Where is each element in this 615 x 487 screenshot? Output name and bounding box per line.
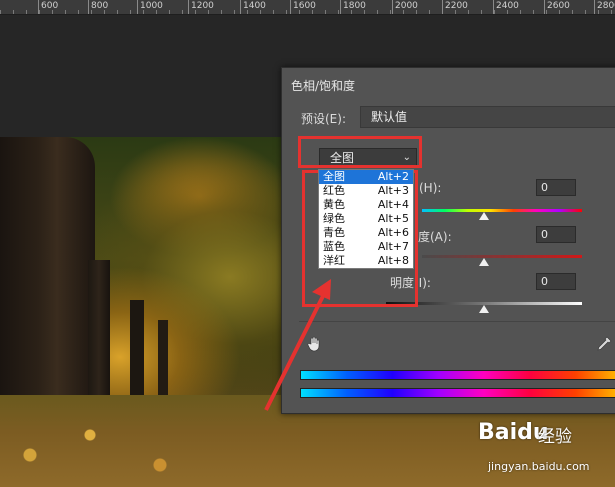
channel-item-shortcut: Alt+6	[377, 226, 409, 239]
annotation-arrow	[264, 279, 331, 411]
channel-item-shortcut: Alt+4	[377, 198, 409, 211]
channel-item-label: 绿色	[323, 212, 345, 225]
watermark-url: jingyan.baidu.com	[488, 460, 590, 473]
channel-item-blues[interactable]: 蓝色 Alt+7	[319, 240, 413, 254]
channel-item-yellows[interactable]: 黄色 Alt+4	[319, 198, 413, 212]
channel-item-label: 全图	[323, 170, 345, 183]
channel-item-label: 蓝色	[323, 240, 345, 253]
channel-item-label: 黄色	[323, 198, 345, 211]
channel-item-label: 洋红	[323, 254, 345, 267]
channel-item-shortcut: Alt+3	[377, 184, 409, 197]
channel-item-reds[interactable]: 红色 Alt+3	[319, 184, 413, 198]
channel-item-shortcut: Alt+8	[377, 254, 409, 267]
channel-item-shortcut: Alt+7	[377, 240, 409, 253]
baidu-jingyan-watermark: Baidu 经验 jingyan.baidu.com	[478, 420, 608, 482]
channel-item-shortcut: Alt+5	[377, 212, 409, 225]
channel-item-shortcut: Alt+2	[377, 170, 409, 183]
photoshop-workspace: 600 800 1000 1200 1400 1600 1800 2000 22…	[0, 0, 615, 487]
channel-item-label: 青色	[323, 226, 345, 239]
channel-item-master[interactable]: 全图 Alt+2	[319, 170, 413, 184]
channel-item-magentas[interactable]: 洋红 Alt+8	[319, 254, 413, 268]
channel-item-label: 红色	[323, 184, 345, 197]
channel-item-greens[interactable]: 绿色 Alt+5	[319, 212, 413, 226]
channel-item-cyans[interactable]: 青色 Alt+6	[319, 226, 413, 240]
watermark-text: 经验	[538, 427, 572, 447]
channel-dropdown-menu: 全图 Alt+2 红色 Alt+3 黄色 Alt+4 绿色 Alt+5 青色 A…	[318, 169, 414, 269]
